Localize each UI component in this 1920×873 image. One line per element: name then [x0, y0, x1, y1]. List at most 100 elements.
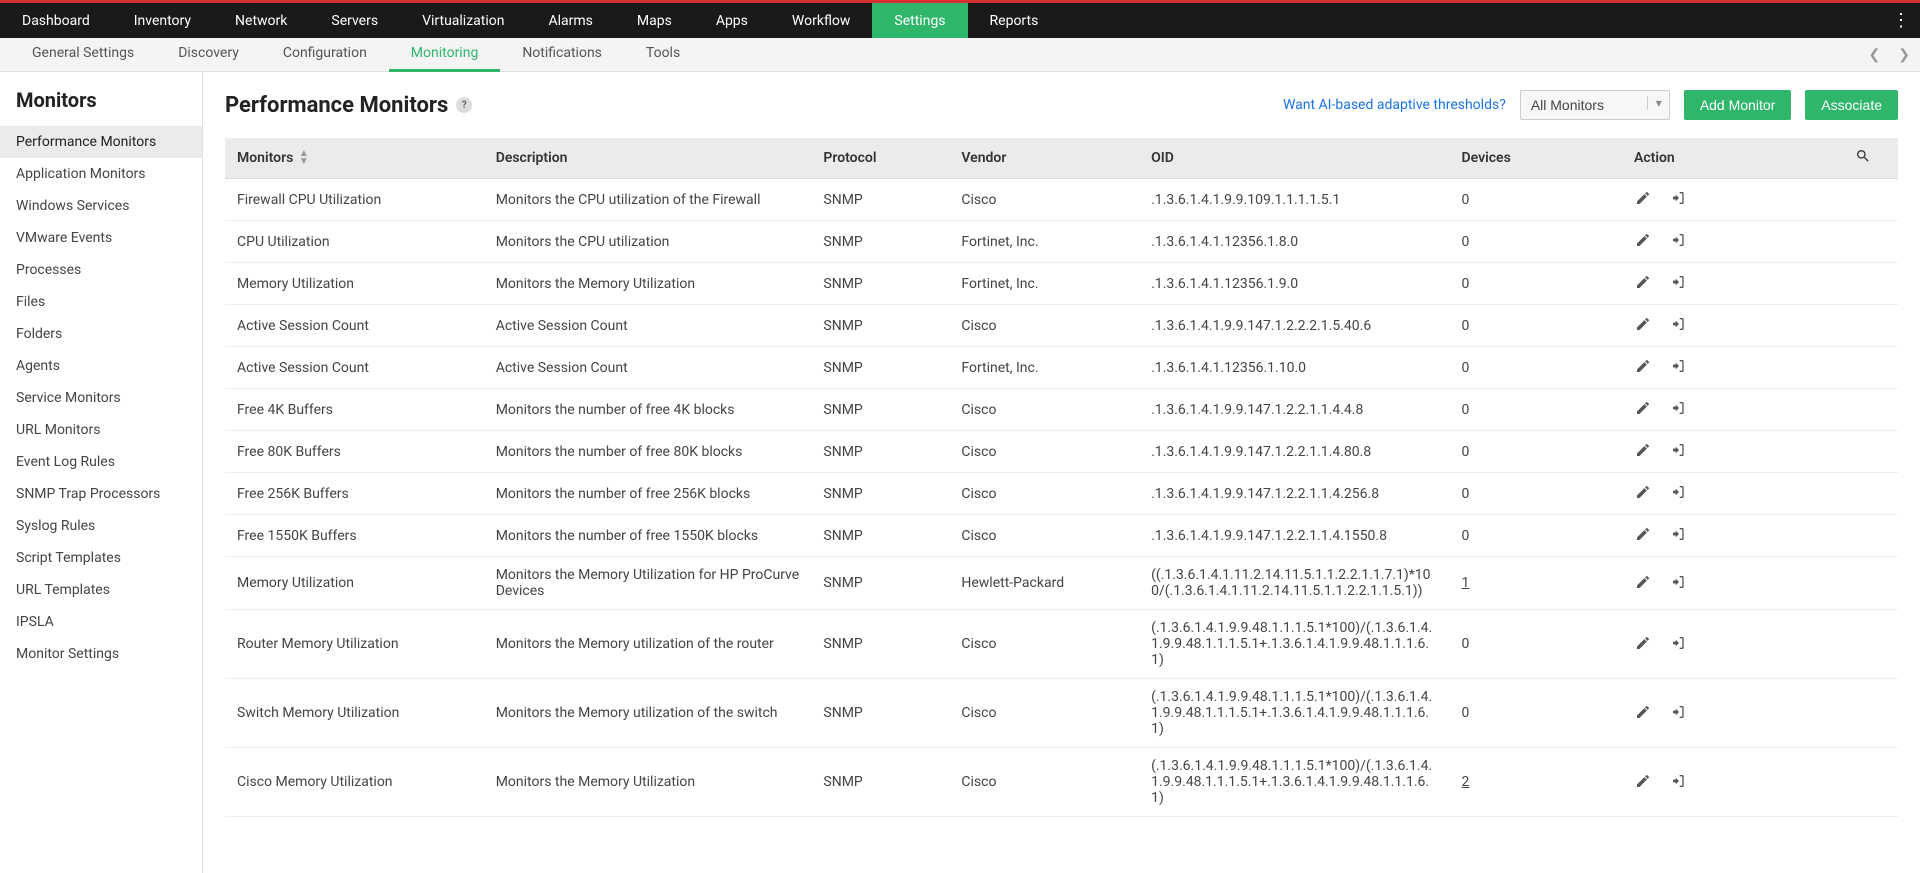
export-icon[interactable] [1670, 357, 1688, 375]
topnav-item-network[interactable]: Network [213, 3, 309, 38]
cell-empty [1829, 347, 1898, 389]
edit-icon[interactable] [1634, 573, 1652, 591]
cell-oid: (.1.3.6.1.4.1.9.9.48.1.1.1.5.1*100)/(.1.… [1139, 610, 1449, 679]
topnav-item-dashboard[interactable]: Dashboard [0, 3, 112, 38]
sidebar-item-script-templates[interactable]: Script Templates [0, 542, 202, 574]
subnav-item-discovery[interactable]: Discovery [156, 38, 261, 72]
th-description[interactable]: Description [484, 138, 812, 179]
edit-icon[interactable] [1634, 357, 1652, 375]
cell-monitor-name: CPU Utilization [225, 221, 484, 263]
sidebar-item-vmware-events[interactable]: VMware Events [0, 222, 202, 254]
sidebar-item-syslog-rules[interactable]: Syslog Rules [0, 510, 202, 542]
ai-thresholds-link[interactable]: Want AI-based adaptive thresholds? [1283, 97, 1506, 113]
sidebar-item-folders[interactable]: Folders [0, 318, 202, 350]
topnav-item-workflow[interactable]: Workflow [770, 3, 873, 38]
topnav-item-settings[interactable]: Settings [872, 3, 967, 38]
sidebar-item-windows-services[interactable]: Windows Services [0, 190, 202, 222]
sidebar-item-ipsla[interactable]: IPSLA [0, 606, 202, 638]
subnav-item-configuration[interactable]: Configuration [261, 38, 389, 72]
export-icon[interactable] [1670, 772, 1688, 790]
sidebar-item-performance-monitors[interactable]: Performance Monitors [0, 126, 202, 158]
cell-monitor-name: Memory Utilization [225, 263, 484, 305]
sidebar-item-service-monitors[interactable]: Service Monitors [0, 382, 202, 414]
export-icon[interactable] [1670, 399, 1688, 417]
filter-select[interactable]: All Monitors [1520, 90, 1670, 120]
subnav-item-general-settings[interactable]: General Settings [10, 38, 156, 72]
edit-icon[interactable] [1634, 441, 1652, 459]
export-icon[interactable] [1670, 483, 1688, 501]
cell-description: Monitors the Memory utilization of the s… [484, 679, 812, 748]
devices-link[interactable]: 1 [1462, 575, 1470, 591]
export-icon[interactable] [1670, 573, 1688, 591]
topnav-item-servers[interactable]: Servers [309, 3, 400, 38]
edit-icon[interactable] [1634, 399, 1652, 417]
topnav-item-alarms[interactable]: Alarms [526, 3, 614, 38]
cell-action [1622, 557, 1829, 610]
edit-icon[interactable] [1634, 703, 1652, 721]
edit-icon[interactable] [1634, 315, 1652, 333]
sidebar-item-url-templates[interactable]: URL Templates [0, 574, 202, 606]
th-protocol[interactable]: Protocol [811, 138, 949, 179]
sidebar-title: Monitors [0, 72, 202, 126]
table-row: Router Memory UtilizationMonitors the Me… [225, 610, 1898, 679]
edit-icon[interactable] [1634, 189, 1652, 207]
cell-monitor-name: Free 4K Buffers [225, 389, 484, 431]
help-icon[interactable]: ? [456, 97, 472, 113]
devices-link[interactable]: 2 [1462, 774, 1470, 790]
export-icon[interactable] [1670, 634, 1688, 652]
subnav-scroll-arrows: ❮ ❯ [1869, 38, 1910, 72]
edit-icon[interactable] [1634, 483, 1652, 501]
chevron-right-icon[interactable]: ❯ [1898, 47, 1910, 63]
kebab-menu-icon[interactable]: ⋮ [1892, 3, 1910, 38]
sidebar-item-url-monitors[interactable]: URL Monitors [0, 414, 202, 446]
sidebar-item-event-log-rules[interactable]: Event Log Rules [0, 446, 202, 478]
sidebar-item-agents[interactable]: Agents [0, 350, 202, 382]
devices-count: 0 [1462, 318, 1470, 334]
sidebar-item-processes[interactable]: Processes [0, 254, 202, 286]
subnav-item-notifications[interactable]: Notifications [500, 38, 624, 72]
edit-icon[interactable] [1634, 772, 1652, 790]
cell-devices: 0 [1450, 473, 1622, 515]
cell-empty [1829, 679, 1898, 748]
edit-icon[interactable] [1634, 634, 1652, 652]
export-icon[interactable] [1670, 525, 1688, 543]
th-monitors[interactable]: Monitors ▲▼ [225, 138, 484, 179]
export-icon[interactable] [1670, 273, 1688, 291]
subnav-item-tools[interactable]: Tools [624, 38, 702, 72]
cell-action [1622, 431, 1829, 473]
cell-oid: .1.3.6.1.4.1.9.9.147.1.2.2.1.1.4.80.8 [1139, 431, 1449, 473]
export-icon[interactable] [1670, 231, 1688, 249]
cell-oid: ((.1.3.6.1.4.1.11.2.14.11.5.1.1.2.2.1.1.… [1139, 557, 1449, 610]
topnav-item-maps[interactable]: Maps [615, 3, 694, 38]
sidebar-item-application-monitors[interactable]: Application Monitors [0, 158, 202, 190]
export-icon[interactable] [1670, 315, 1688, 333]
cell-action [1622, 748, 1829, 817]
topnav-item-inventory[interactable]: Inventory [112, 3, 213, 38]
cell-description: Monitors the Memory Utilization for HP P… [484, 557, 812, 610]
associate-button[interactable]: Associate [1805, 90, 1898, 120]
cell-empty [1829, 610, 1898, 679]
topnav-item-virtualization[interactable]: Virtualization [400, 3, 526, 38]
cell-devices: 0 [1450, 431, 1622, 473]
add-monitor-button[interactable]: Add Monitor [1684, 90, 1791, 120]
sidebar-item-monitor-settings[interactable]: Monitor Settings [0, 638, 202, 670]
sidebar-item-snmp-trap-processors[interactable]: SNMP Trap Processors [0, 478, 202, 510]
export-icon[interactable] [1670, 441, 1688, 459]
edit-icon[interactable] [1634, 231, 1652, 249]
th-oid[interactable]: OID [1139, 138, 1449, 179]
cell-empty [1829, 431, 1898, 473]
chevron-left-icon[interactable]: ❮ [1869, 47, 1881, 63]
th-vendor[interactable]: Vendor [949, 138, 1139, 179]
sidebar-item-files[interactable]: Files [0, 286, 202, 318]
cell-protocol: SNMP [811, 389, 949, 431]
topnav-item-reports[interactable]: Reports [968, 3, 1061, 38]
export-icon[interactable] [1670, 189, 1688, 207]
th-search[interactable] [1829, 138, 1898, 179]
edit-icon[interactable] [1634, 273, 1652, 291]
subnav-item-monitoring[interactable]: Monitoring [389, 38, 501, 72]
topnav-item-apps[interactable]: Apps [694, 3, 770, 38]
th-devices[interactable]: Devices [1450, 138, 1622, 179]
th-action[interactable]: Action [1622, 138, 1829, 179]
export-icon[interactable] [1670, 703, 1688, 721]
edit-icon[interactable] [1634, 525, 1652, 543]
